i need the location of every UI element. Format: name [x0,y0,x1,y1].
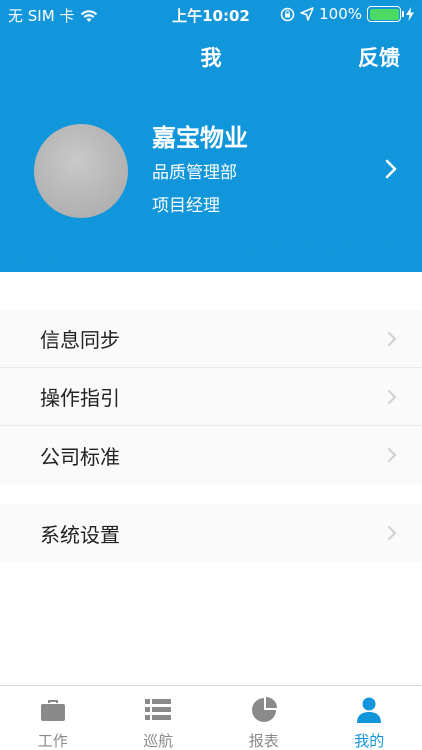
status-bar: 无 SIM 卡 上午10:02 100% [0,0,422,28]
tab-label: 报表 [248,732,279,750]
briefcase-icon [40,700,65,721]
chevron-right-icon [385,159,397,179]
person-icon [357,697,382,723]
profile-name: 嘉宝物业 [152,124,248,152]
menu-item-label: 信息同步 [40,328,120,352]
profile-card[interactable]: 嘉宝物业 品质管理部 项目经理 [0,118,422,228]
tab-patrol[interactable]: 巡航 [106,686,212,750]
list-icon [145,699,172,720]
tab-me[interactable]: 我的 [317,686,422,750]
avatar [34,124,128,218]
tab-label: 我的 [354,732,385,750]
chevron-right-icon [388,332,396,346]
chevron-right-icon [388,390,396,404]
chevron-right-icon [388,526,396,540]
menu-group-2: 系统设置 [0,504,422,562]
charging-bolt-icon [406,7,414,21]
tab-reports[interactable]: 报表 [211,686,317,750]
battery-percent: 100% [319,5,362,23]
menu-item-label: 操作指引 [40,386,120,410]
profile-role: 项目经理 [152,196,220,216]
tab-work[interactable]: 工作 [0,686,106,750]
tab-label: 工作 [37,732,68,750]
chevron-right-icon [388,448,396,462]
menu-item-operation-guide[interactable]: 操作指引 [0,368,422,426]
menu-item-info-sync[interactable]: 信息同步 [0,310,422,368]
menu-item-company-standards[interactable]: 公司标准 [0,426,422,484]
menu-item-label: 系统设置 [40,522,120,547]
header-wave [0,232,422,261]
profile-department: 品质管理部 [152,163,237,183]
status-right: 100% [280,5,414,23]
location-arrow-icon [300,7,314,21]
rotation-lock-icon [280,7,295,21]
battery-icon [367,6,404,22]
menu-item-system-settings[interactable]: 系统设置 [0,504,422,562]
pie-chart-icon [251,697,277,722]
feedback-button[interactable]: 反馈 [358,42,400,72]
tab-label: 巡航 [143,732,174,750]
menu-group-1: 信息同步 操作指引 公司标准 [0,310,422,484]
tab-bar: 工作 巡航 报表 我的 [0,685,422,750]
menu-item-label: 公司标准 [40,444,120,469]
